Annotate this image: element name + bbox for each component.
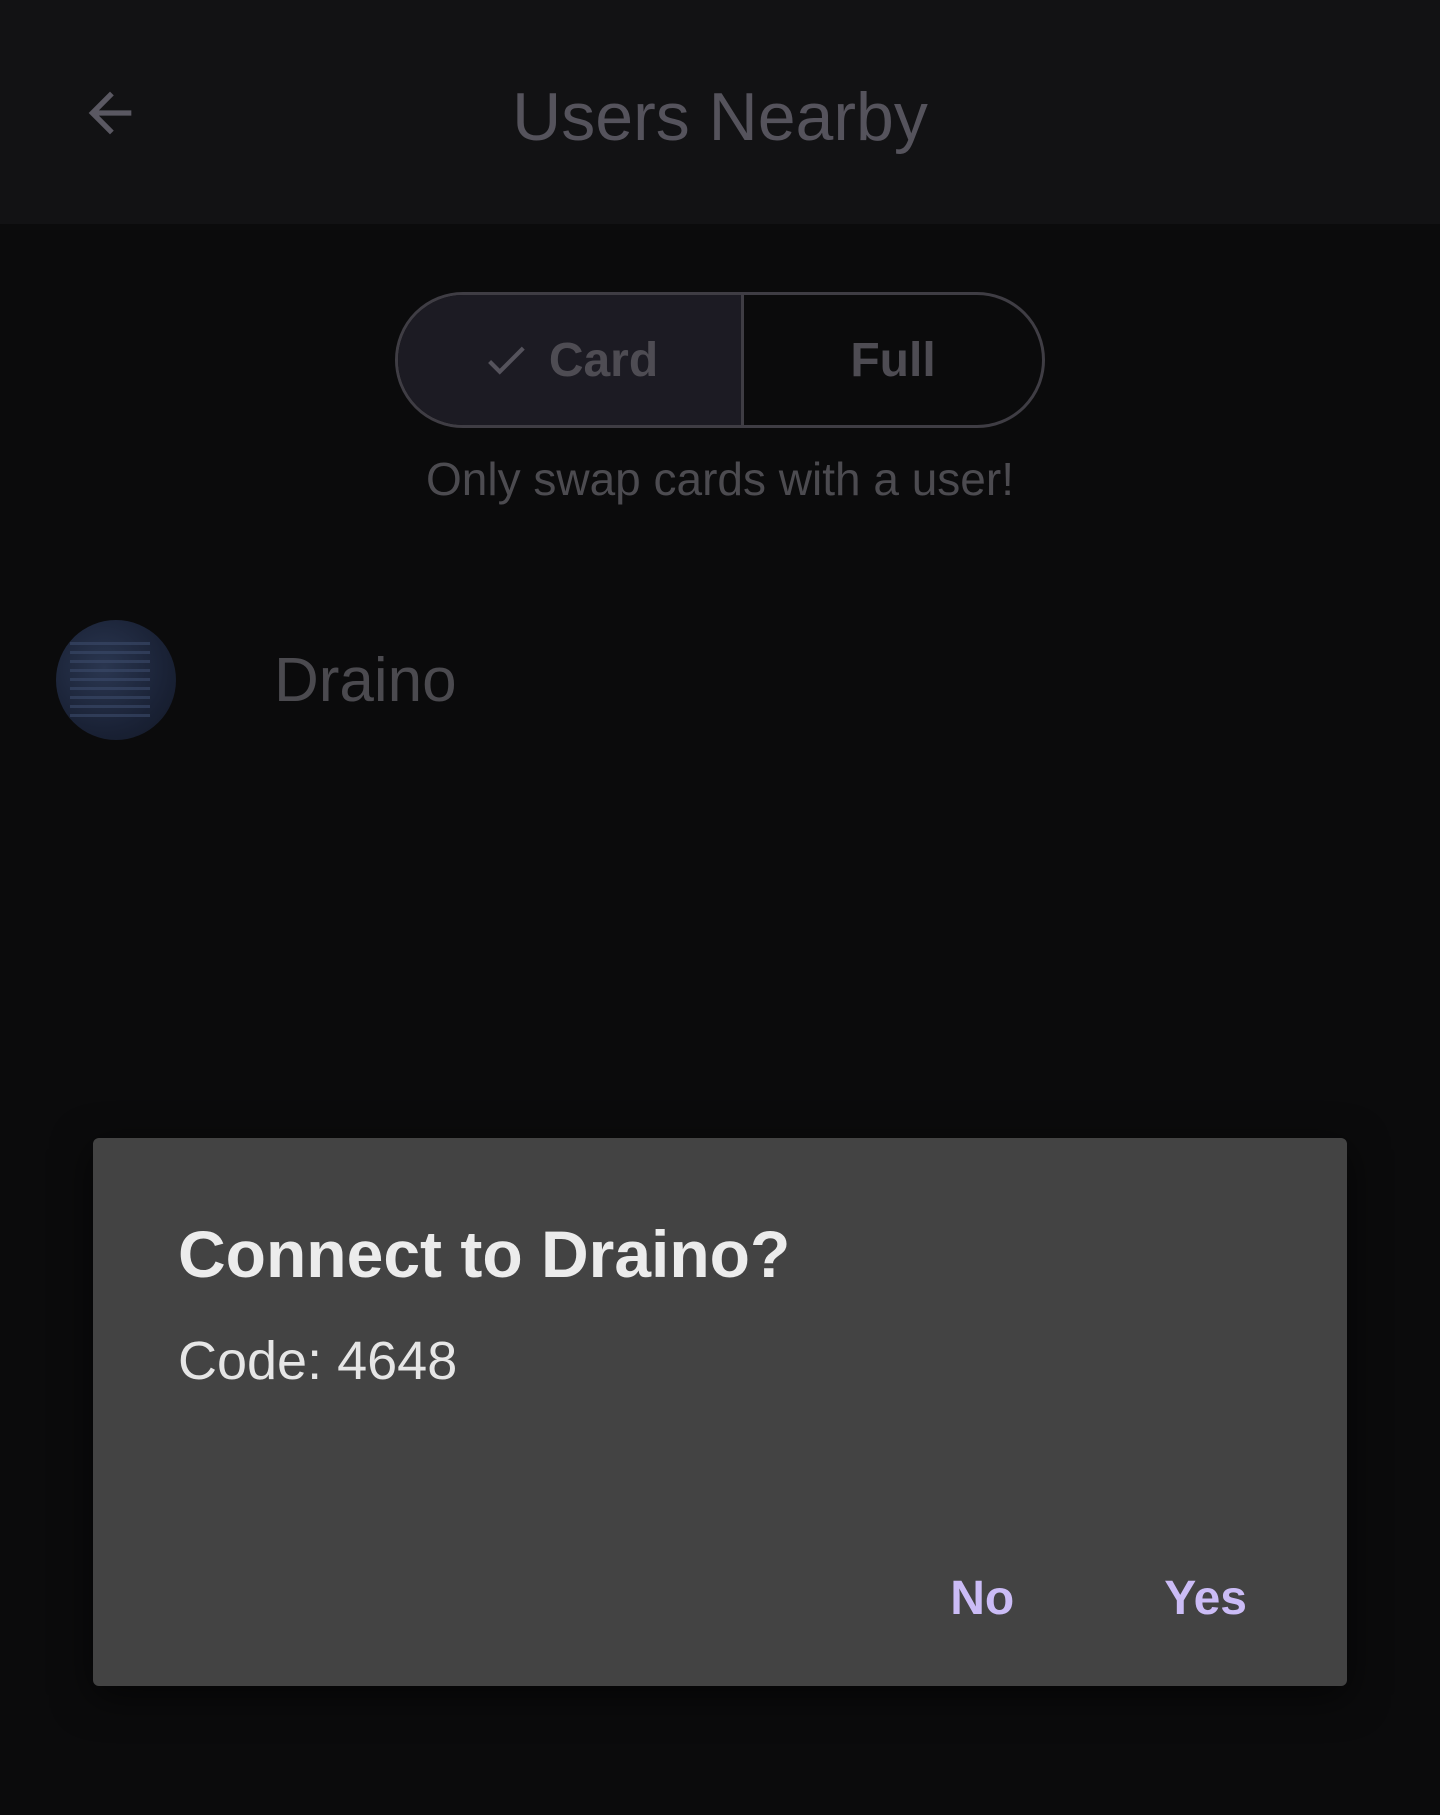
toggle-option-full-label: Full bbox=[850, 333, 936, 387]
user-name: Draino bbox=[274, 645, 457, 715]
dialog-title: Connect to Draino? bbox=[178, 1217, 791, 1291]
check-icon bbox=[481, 335, 531, 385]
connect-dialog: Connect to Draino? Code: 4648 No Yes bbox=[93, 1138, 1347, 1686]
page-title: Users Nearby bbox=[512, 79, 928, 155]
yes-button[interactable]: Yes bbox=[1164, 1571, 1247, 1626]
dialog-code: Code: 4648 bbox=[178, 1331, 458, 1391]
avatar bbox=[56, 620, 176, 740]
users-nearby-screen: Users Nearby Card Full Only swap cards w… bbox=[0, 0, 1440, 1815]
toggle-option-full[interactable]: Full bbox=[744, 295, 1042, 425]
hint-text: Only swap cards with a user! bbox=[425, 453, 1014, 505]
mode-toggle: Card Full bbox=[395, 292, 1045, 428]
dialog-actions: No Yes bbox=[950, 1571, 1247, 1626]
toggle-option-card-label: Card bbox=[548, 333, 659, 387]
user-list-item[interactable]: Draino bbox=[56, 620, 457, 740]
no-button[interactable]: No bbox=[950, 1571, 1014, 1626]
toggle-option-card[interactable]: Card bbox=[398, 295, 744, 425]
app-bar: Users Nearby bbox=[0, 0, 1440, 224]
